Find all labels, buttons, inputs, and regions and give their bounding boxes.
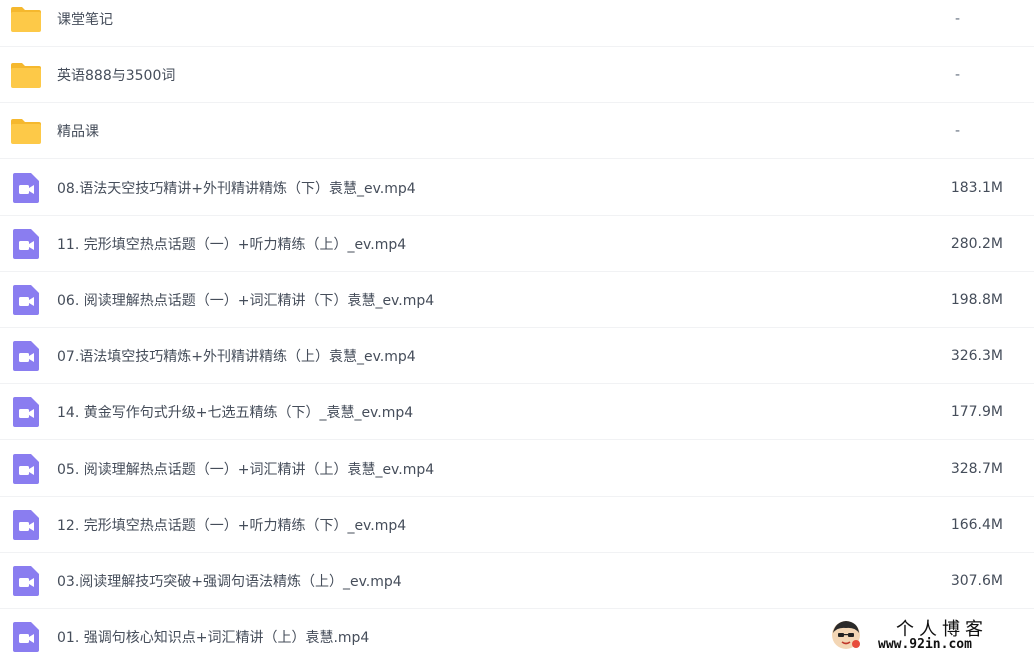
file-size: 280.2M — [950, 235, 1003, 252]
file-name[interactable]: 07.语法填空技巧精炼+外刊精讲精练（上）袁慧_ev.mp4 — [57, 328, 416, 383]
file-name[interactable]: 14. 黄金写作句式升级+七选五精练（下）_袁慧_ev.mp4 — [57, 384, 413, 439]
watermark-logo-icon — [832, 621, 860, 649]
folder-icon — [11, 6, 41, 32]
file-row[interactable]: 06. 阅读理解热点话题（一）+词汇精讲（下）袁慧_ev.mp4 198.8M — [0, 272, 1034, 328]
folder-icon — [11, 62, 41, 88]
file-size: - — [954, 66, 960, 83]
video-file-icon — [13, 228, 39, 259]
folder-row[interactable]: 英语888与3500词 - — [0, 47, 1034, 103]
file-size: 328.7M — [950, 460, 1003, 477]
file-name[interactable]: 12. 完形填空热点话题（一）+听力精练（下）_ev.mp4 — [57, 497, 406, 552]
file-name[interactable]: 精品课 — [57, 103, 99, 158]
file-row[interactable]: 14. 黄金写作句式升级+七选五精练（下）_袁慧_ev.mp4 177.9M — [0, 384, 1034, 440]
file-row[interactable]: 08.语法天空技巧精讲+外刊精讲精炼（下）袁慧_ev.mp4 183.1M — [0, 160, 1034, 216]
file-row[interactable]: 11. 完形填空热点话题（一）+听力精练（上）_ev.mp4 280.2M — [0, 216, 1034, 272]
video-file-icon — [13, 396, 39, 427]
video-file-icon — [13, 509, 39, 540]
file-name[interactable]: 06. 阅读理解热点话题（一）+词汇精讲（下）袁慧_ev.mp4 — [57, 272, 434, 327]
file-size: 183.1M — [950, 179, 1003, 196]
file-name[interactable]: 08.语法天空技巧精讲+外刊精讲精炼（下）袁慧_ev.mp4 — [57, 160, 416, 215]
file-size: - — [954, 10, 960, 27]
video-file-icon — [13, 453, 39, 484]
watermark: 个人博客 www.92in.com — [830, 617, 1020, 653]
video-file-icon — [13, 284, 39, 315]
file-name[interactable]: 03.阅读理解技巧突破+强调句语法精炼（上）_ev.mp4 — [57, 553, 402, 608]
watermark-url: www.92in.com — [878, 637, 972, 652]
file-size: 307.6M — [950, 572, 1003, 589]
file-name[interactable]: 课堂笔记 — [57, 0, 113, 46]
folder-row[interactable]: 精品课 - — [0, 103, 1034, 159]
file-name[interactable]: 05. 阅读理解热点话题（一）+词汇精讲（上）袁慧_ev.mp4 — [57, 441, 434, 496]
file-size: 198.8M — [950, 291, 1003, 308]
file-name[interactable]: 01. 强调句核心知识点+词汇精讲（上）袁慧.mp4 — [57, 609, 369, 658]
file-list: 课堂笔记 - 英语888与3500词 - 精品课 - 08.语法天空技巧精讲+外刊精讲精炼（… — [0, 0, 1034, 658]
file-size: - — [954, 122, 960, 139]
file-row[interactable]: 07.语法填空技巧精炼+外刊精讲精练（上）袁慧_ev.mp4 326.3M — [0, 328, 1034, 384]
file-name[interactable]: 英语888与3500词 — [57, 47, 175, 102]
folder-icon — [11, 118, 41, 144]
file-row[interactable]: 03.阅读理解技巧突破+强调句语法精炼（上）_ev.mp4 307.6M — [0, 553, 1034, 609]
video-file-icon — [13, 621, 39, 652]
file-row[interactable]: 05. 阅读理解热点话题（一）+词汇精讲（上）袁慧_ev.mp4 328.7M — [0, 441, 1034, 497]
file-name[interactable]: 11. 完形填空热点话题（一）+听力精练（上）_ev.mp4 — [57, 216, 406, 271]
video-file-icon — [13, 172, 39, 203]
file-size: 177.9M — [950, 403, 1003, 420]
video-file-icon — [13, 565, 39, 596]
folder-row[interactable]: 课堂笔记 - — [0, 0, 1034, 47]
file-row[interactable]: 12. 完形填空热点话题（一）+听力精练（下）_ev.mp4 166.4M — [0, 497, 1034, 553]
file-size: 326.3M — [950, 347, 1003, 364]
file-size: 166.4M — [950, 516, 1003, 533]
video-file-icon — [13, 340, 39, 371]
